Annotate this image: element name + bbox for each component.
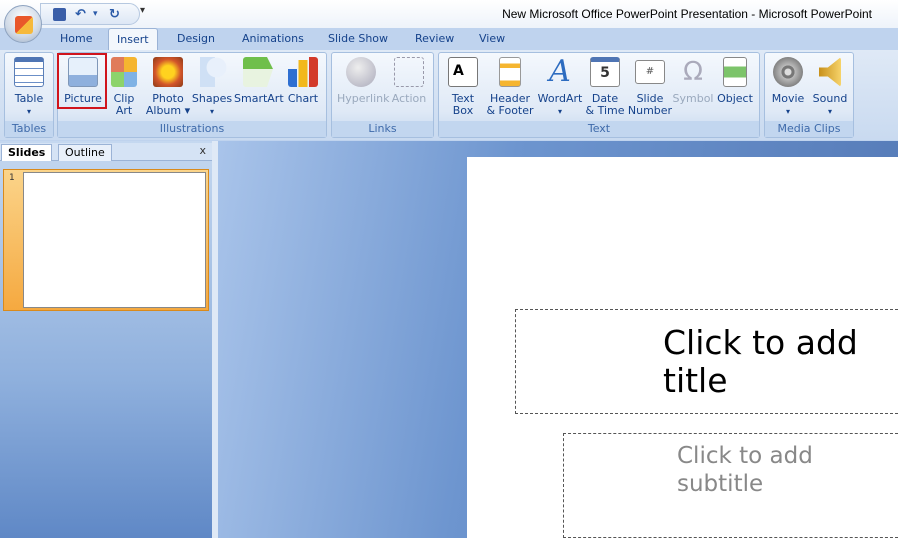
subtitle-placeholder[interactable]: Click to add subtitle (563, 433, 898, 538)
symbol-button[interactable]: Ω Symbol (669, 57, 717, 105)
slide-number: 1 (9, 173, 15, 183)
label: Sound (812, 92, 848, 105)
tab-home[interactable]: Home (60, 32, 92, 45)
quick-access-toolbar: ↶ ▾ ↻ (40, 3, 140, 25)
label: Chart (287, 92, 319, 105)
object-icon (723, 57, 747, 87)
label: & Footer (486, 104, 534, 117)
label: Symbol (672, 92, 714, 105)
tab-slide-show[interactable]: Slide Show (328, 32, 388, 45)
group-label: Tables (5, 121, 53, 137)
slides-pane: Slides Outline x 1 (0, 141, 212, 538)
speaker-icon (819, 57, 841, 87)
film-reel-icon (773, 57, 803, 87)
tab-insert[interactable]: Insert (108, 28, 158, 51)
hyperlink-button[interactable]: Hyperlink (337, 57, 390, 105)
chart-button[interactable]: Chart (279, 57, 327, 105)
dropdown-arrow: ▾ (209, 107, 214, 116)
table-icon (14, 57, 44, 87)
group-media-clips: Media Clips Movie ▾ Sound ▾ (764, 52, 854, 138)
label: WordArt (537, 92, 583, 105)
ribbon: Tables Table ▾ Illustrations Picture Clip… (0, 50, 898, 140)
group-label: Links (332, 121, 433, 137)
header-footer-button[interactable]: Header & Footer (486, 57, 534, 117)
dropdown-arrow: ▾ (827, 107, 832, 116)
wordart-icon: A (549, 54, 571, 89)
dropdown-arrow: ▾ (557, 107, 562, 116)
smartart-button[interactable]: SmartArt (234, 57, 284, 105)
label: Action (391, 92, 427, 105)
group-text: Text A Text Box Header & Footer A WordArt ▾ 5… (438, 52, 760, 138)
group-label: Illustrations (58, 121, 326, 137)
hyperlink-icon (346, 57, 376, 87)
office-logo-icon (15, 16, 33, 34)
label: Table (14, 92, 44, 105)
label: Art (115, 104, 133, 117)
label: & Time (585, 104, 625, 117)
label: Movie (771, 92, 805, 105)
office-button[interactable] (4, 5, 42, 43)
tab-view[interactable]: View (479, 32, 505, 45)
action-icon (394, 57, 424, 87)
shapes-icon (197, 57, 227, 87)
text-box-button[interactable]: A Text Box (439, 57, 487, 117)
label: Number (627, 104, 673, 117)
chart-icon (288, 57, 318, 87)
photo-album-icon (153, 57, 183, 87)
label: Box (452, 104, 474, 117)
dropdown-arrow: ▾ (26, 107, 31, 116)
photo-album-button[interactable]: Photo Album ▾ (144, 57, 192, 117)
action-button[interactable]: Action (385, 57, 433, 105)
object-button[interactable]: Object (711, 57, 759, 105)
window-title: New Microsoft Office PowerPoint Presenta… (502, 7, 872, 21)
clip-art-button[interactable]: Clip Art (100, 57, 148, 117)
ribbon-tabs: Home Insert Design Animations Slide Show… (0, 28, 898, 51)
wordart-button[interactable]: A WordArt ▾ (536, 57, 584, 118)
slide-canvas[interactable]: Click to add title Click to add subtitle (467, 157, 898, 538)
customize-qat-button[interactable]: ▾ (140, 5, 145, 16)
title-bar: ↶ ▾ ↻ ▾ New Microsoft Office PowerPoint … (0, 0, 898, 28)
group-links: Links Hyperlink Action (331, 52, 434, 138)
tab-slides[interactable]: Slides (1, 144, 53, 161)
close-pane-button[interactable]: x (199, 144, 206, 157)
slide-thumbnail[interactable] (23, 172, 206, 308)
slide-number-icon: # (635, 60, 665, 84)
clip-art-icon (111, 57, 137, 87)
group-tables: Tables Table ▾ (4, 52, 54, 138)
redo-icon[interactable]: ↻ (109, 7, 120, 22)
sound-button[interactable]: Sound ▾ (806, 57, 854, 118)
smartart-icon (243, 57, 273, 87)
table-button[interactable]: Table ▾ (5, 57, 53, 118)
tab-animations[interactable]: Animations (242, 32, 304, 45)
tab-design[interactable]: Design (177, 32, 215, 45)
group-label: Media Clips (765, 121, 853, 137)
date-time-button[interactable]: 5 Date & Time (581, 57, 629, 117)
save-icon[interactable] (53, 8, 66, 21)
picture-highlight-box (57, 53, 107, 109)
pane-tabs: Slides Outline x (0, 143, 212, 161)
group-label: Text (439, 121, 759, 137)
slide-number-button[interactable]: # Slide Number (626, 57, 674, 117)
undo-dropdown[interactable]: ▾ (93, 9, 98, 19)
undo-icon[interactable]: ↶ (75, 7, 86, 22)
title-placeholder[interactable]: Click to add title (515, 309, 898, 414)
shapes-button[interactable]: Shapes ▾ (188, 57, 236, 118)
tab-review[interactable]: Review (415, 32, 454, 45)
header-footer-icon (499, 57, 521, 87)
omega-icon: Ω (683, 57, 703, 87)
label: SmartArt (234, 92, 284, 105)
label: Album ▾ (145, 104, 191, 117)
label: Object (717, 92, 753, 105)
calendar-icon: 5 (590, 57, 620, 87)
slide-thumbnail-selected[interactable]: 1 (3, 169, 209, 311)
tab-outline[interactable]: Outline (58, 144, 112, 161)
text-box-icon: A (448, 57, 478, 87)
dropdown-arrow: ▾ (785, 107, 790, 116)
movie-button[interactable]: Movie ▾ (764, 57, 812, 118)
label: Hyperlink (337, 92, 390, 105)
label: Shapes (191, 92, 233, 105)
